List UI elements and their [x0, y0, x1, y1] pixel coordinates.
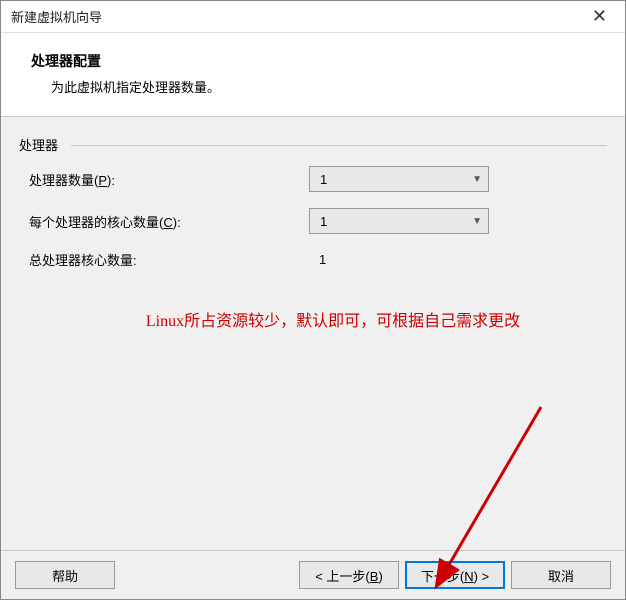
annotation-text: Linux所占资源较少，默认即可，可根据自己需求更改: [19, 307, 607, 331]
total-value: 1: [309, 252, 326, 267]
processor-count-label: 处理器数量(P):: [29, 170, 309, 189]
processor-count-value: 1: [320, 172, 327, 187]
wizard-footer: 帮助 < 上一步(B) 下一步(N) > 取消: [1, 550, 625, 599]
chevron-down-icon: ▼: [472, 174, 482, 185]
chevron-down-icon: ▼: [472, 216, 482, 227]
next-button[interactable]: 下一步(N) >: [405, 561, 505, 589]
total-row: 总处理器核心数量: 1: [19, 242, 607, 277]
window-title: 新建虚拟机向导: [11, 7, 102, 26]
back-button[interactable]: < 上一步(B): [299, 561, 399, 589]
group-divider: [71, 145, 607, 146]
wizard-window: 新建虚拟机向导 ✕ 处理器配置 为此虚拟机指定处理器数量。 处理器 处理器数量(…: [0, 0, 626, 600]
close-icon[interactable]: ✕: [584, 6, 615, 27]
footer-right: < 上一步(B) 下一步(N) > 取消: [299, 561, 611, 589]
titlebar: 新建虚拟机向导 ✕: [1, 1, 625, 33]
processor-group: 处理器 处理器数量(P): 1 ▼ 每个处理器的核心数量(C): 1 ▼ 总处理…: [19, 135, 607, 277]
processor-count-row: 处理器数量(P): 1 ▼: [19, 158, 607, 200]
header-subtitle: 为此虚拟机指定处理器数量。: [51, 77, 595, 96]
cores-per-row: 每个处理器的核心数量(C): 1 ▼: [19, 200, 607, 242]
wizard-content: 处理器 处理器数量(P): 1 ▼ 每个处理器的核心数量(C): 1 ▼ 总处理…: [1, 117, 625, 550]
processor-count-dropdown[interactable]: 1 ▼: [309, 166, 489, 192]
group-label: 处理器: [19, 135, 58, 154]
cores-per-label: 每个处理器的核心数量(C):: [29, 212, 309, 231]
help-button[interactable]: 帮助: [15, 561, 115, 589]
wizard-header: 处理器配置 为此虚拟机指定处理器数量。: [1, 33, 625, 117]
cores-per-dropdown[interactable]: 1 ▼: [309, 208, 489, 234]
cores-per-value: 1: [320, 214, 327, 229]
total-label: 总处理器核心数量:: [29, 250, 309, 269]
cancel-button[interactable]: 取消: [511, 561, 611, 589]
header-title: 处理器配置: [31, 51, 595, 71]
